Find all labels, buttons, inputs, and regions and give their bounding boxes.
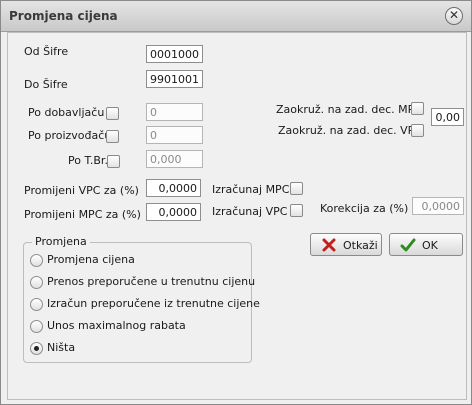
po-dobavljacu-label: Po dobavljaču: [28, 106, 105, 119]
radio-label: Ništa: [47, 341, 76, 354]
radio-label: Izračun preporučene iz trenutne cijene: [47, 297, 260, 310]
radio-button[interactable]: [30, 254, 43, 267]
po-tbr-input[interactable]: 0,000: [146, 150, 203, 168]
do-sifre-input[interactable]: 9901001: [146, 70, 203, 88]
window-title: Promjena cijena: [9, 9, 118, 23]
radio-button-selected[interactable]: [30, 342, 43, 355]
zaokruz-vpc-checkbox[interactable]: [411, 124, 424, 137]
radio-button[interactable]: [30, 276, 43, 289]
po-dobavljacu-input[interactable]: 0: [146, 103, 203, 121]
zaokruz-decimals-input[interactable]: 0,00: [431, 108, 464, 126]
po-proizvodjacu-label: Po proizvođaču: [28, 129, 112, 142]
od-sifre-label: Od Šifre: [24, 45, 69, 58]
zaokruz-vpc-label: Zaokruž. na zad. dec. VPC: [278, 124, 422, 137]
po-dobavljacu-checkbox[interactable]: [106, 107, 119, 120]
korekcija-input[interactable]: 0,0000: [412, 197, 464, 215]
promjena-group: Promjena Promjena cijena Prenos preporuč…: [23, 235, 260, 363]
po-proizvodjacu-input[interactable]: 0: [146, 126, 203, 144]
check-icon: [400, 238, 416, 252]
promijeni-vpc-input[interactable]: 0,0000: [146, 179, 201, 197]
zaokruz-mpc-label: Zaokruž. na zad. dec. MPC: [276, 103, 422, 116]
close-icon[interactable]: ✕: [445, 7, 463, 25]
promijeni-mpc-input[interactable]: 0,0000: [146, 203, 201, 221]
radio-label: Promjena cijena: [47, 253, 135, 266]
promijeni-mpc-label: Promijeni MPC za (%): [24, 208, 141, 221]
ok-button-label: OK: [422, 239, 438, 252]
izracunaj-vpc-label: Izračunaj VPC: [212, 205, 288, 218]
po-tbr-checkbox[interactable]: [107, 155, 120, 168]
do-sifre-label: Do Šifre: [24, 78, 68, 91]
izracunaj-mpc-checkbox[interactable]: [290, 182, 303, 195]
po-proizvodjacu-checkbox[interactable]: [106, 130, 119, 143]
promjena-legend: Promjena: [32, 235, 90, 248]
title-bar[interactable]: Promjena cijena ✕: [1, 1, 471, 32]
radio-label: Prenos preporučene u trenutnu cijenu: [47, 275, 256, 288]
cancel-button[interactable]: Otkaži: [310, 233, 382, 256]
zaokruz-mpc-checkbox[interactable]: [411, 102, 424, 115]
radio-label: Unos maximalnog rabata: [47, 319, 186, 332]
radio-button[interactable]: [30, 298, 43, 311]
korekcija-label: Korekcija za (%): [320, 202, 409, 215]
izracunaj-vpc-checkbox[interactable]: [290, 204, 303, 217]
x-icon: [322, 238, 336, 252]
izracunaj-mpc-label: Izračunaj MPC: [212, 183, 290, 196]
cancel-button-label: Otkaži: [343, 239, 378, 252]
po-tbr-label: Po T.Br.: [68, 154, 108, 167]
od-sifre-input[interactable]: 0001000: [146, 45, 203, 63]
dialog-window: Promjena cijena ✕ Od Šifre 0001000 Do Ši…: [0, 0, 472, 405]
radio-button[interactable]: [30, 320, 43, 333]
dialog-content: Od Šifre 0001000 Do Šifre 9901001 Po dob…: [7, 32, 467, 400]
ok-button[interactable]: OK: [389, 233, 463, 256]
promijeni-vpc-label: Promijeni VPC za (%): [24, 184, 139, 197]
